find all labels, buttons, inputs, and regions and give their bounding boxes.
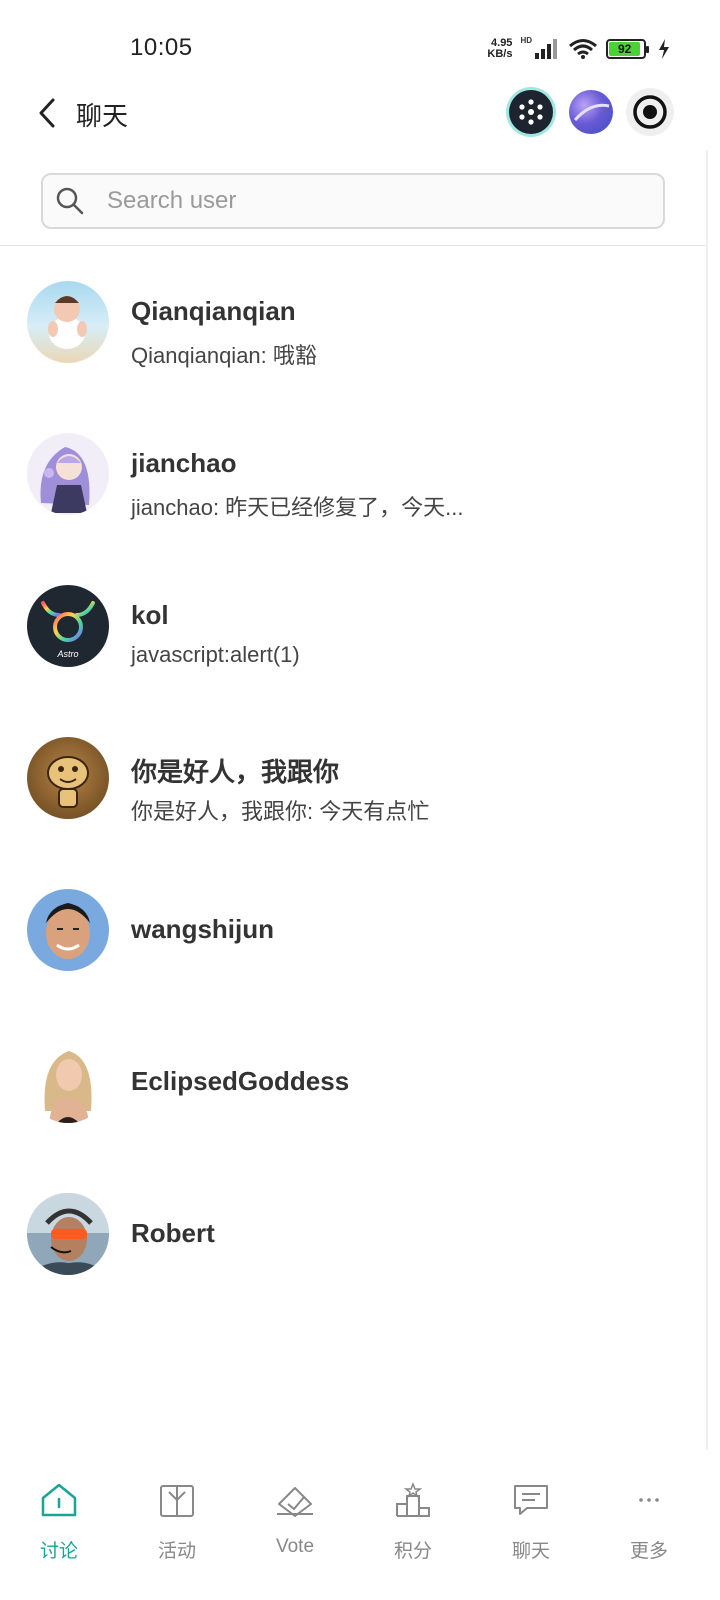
nav-item-discuss[interactable]: 讨论 <box>0 1460 118 1600</box>
nav-item-chat[interactable]: 聊天 <box>472 1460 590 1600</box>
chat-item-eclipsedgoddess[interactable]: EclipsedGoddess <box>0 1006 706 1158</box>
signal-icon <box>535 39 557 59</box>
bottom-nav: 讨论 活动 Vote 积分 聊天 更多 <box>0 1460 720 1600</box>
chat-preview: javascript:alert(1) <box>131 642 300 667</box>
status-bar: 10:05 4.95 KB/s HD 92 <box>0 0 720 90</box>
back-button[interactable] <box>30 96 64 130</box>
nav-item-vote[interactable]: Vote <box>236 1460 354 1600</box>
avatar <box>27 433 109 515</box>
more-icon <box>639 1498 659 1502</box>
page-title: 聊天 <box>76 101 129 131</box>
chat-name: 你是好人，我跟你 <box>131 757 340 787</box>
back-icon <box>39 98 55 128</box>
nav-label: 活动 <box>157 1541 196 1562</box>
avatar-image <box>46 903 90 959</box>
chat-item-jianchao[interactable]: jianchao jianchao: 昨天已经修复了，今天... <box>0 398 706 550</box>
scroll-edge <box>706 150 708 1450</box>
nav-label: 更多 <box>629 1541 668 1562</box>
avatar-image <box>27 1193 109 1275</box>
home-icon <box>41 1483 77 1517</box>
chat-list: Qianqianqian Qianqianqian: 哦豁 jianchao j… <box>0 246 706 1310</box>
podium-icon <box>396 1481 430 1517</box>
avatar <box>27 281 109 363</box>
chat-icon <box>514 1485 548 1515</box>
wifi-icon <box>569 39 597 59</box>
planet-app-icon <box>573 103 610 122</box>
planet-app-button[interactable] <box>569 90 613 134</box>
chat-preview: 你是好人，我跟你: 今天有点忙 <box>131 799 430 824</box>
chat-name: EclipsedGoddess <box>131 1066 350 1096</box>
nav-item-points[interactable]: 积分 <box>354 1460 472 1600</box>
chat-name: Robert <box>131 1218 215 1248</box>
search-input[interactable] <box>107 187 607 215</box>
nav-label: 积分 <box>393 1541 432 1562</box>
chat-item-kol[interactable]: Astro kol javascript:alert(1) <box>0 550 706 702</box>
avatar <box>27 1193 109 1275</box>
battery-level: 92 <box>609 42 641 56</box>
nav-item-activity[interactable]: 活动 <box>118 1460 236 1600</box>
avatar-image <box>47 756 89 808</box>
chat-name: Qianqianqian <box>131 296 296 326</box>
battery-icon: 92 <box>606 39 649 59</box>
chat-item-nishihaoren[interactable]: 你是好人，我跟你 你是好人，我跟你: 今天有点忙 <box>0 702 706 854</box>
nav-label: 聊天 <box>511 1541 550 1562</box>
nav-label: Vote <box>275 1536 315 1557</box>
dots-app-icon <box>519 99 543 125</box>
record-button[interactable] <box>626 88 674 136</box>
chat-preview: Qianqianqian: 哦豁 <box>131 343 317 368</box>
chat-item-wangshijun[interactable]: wangshijun <box>0 854 706 1006</box>
chat-item-qianqianqian[interactable]: Qianqianqian Qianqianqian: 哦豁 <box>0 246 706 398</box>
vote-icon <box>277 1487 313 1517</box>
avatar <box>27 889 109 971</box>
chat-name: wangshijun <box>131 914 274 944</box>
dots-app-button[interactable] <box>509 90 553 134</box>
chat-name: kol <box>131 600 169 630</box>
avatar <box>27 1041 109 1123</box>
nav-item-more[interactable]: 更多 <box>590 1460 708 1600</box>
avatar: Astro <box>27 585 109 667</box>
search-box[interactable] <box>41 173 665 229</box>
chat-name: jianchao <box>131 448 237 478</box>
record-icon <box>633 95 667 129</box>
avatar <box>27 737 109 819</box>
net-speed: 4.95 KB/s <box>487 38 512 60</box>
gift-icon <box>160 1485 194 1517</box>
avatar-image <box>40 447 90 513</box>
avatar-caption: Astro <box>57 649 79 659</box>
hd-label: HD <box>520 36 532 45</box>
charging-icon <box>659 39 669 59</box>
status-icons: 4.95 KB/s HD 92 <box>487 36 670 62</box>
avatar-image <box>44 1051 92 1123</box>
search-icon <box>56 187 84 215</box>
net-speed-unit: KB/s <box>487 48 513 60</box>
nav-label: 讨论 <box>39 1541 78 1562</box>
status-time: 10:05 <box>130 34 193 61</box>
chat-item-robert[interactable]: Robert <box>0 1158 706 1310</box>
avatar-image <box>48 296 87 349</box>
chat-preview: jianchao: 昨天已经修复了，今天... <box>131 495 464 520</box>
app-header: 聊天 <box>0 80 720 150</box>
